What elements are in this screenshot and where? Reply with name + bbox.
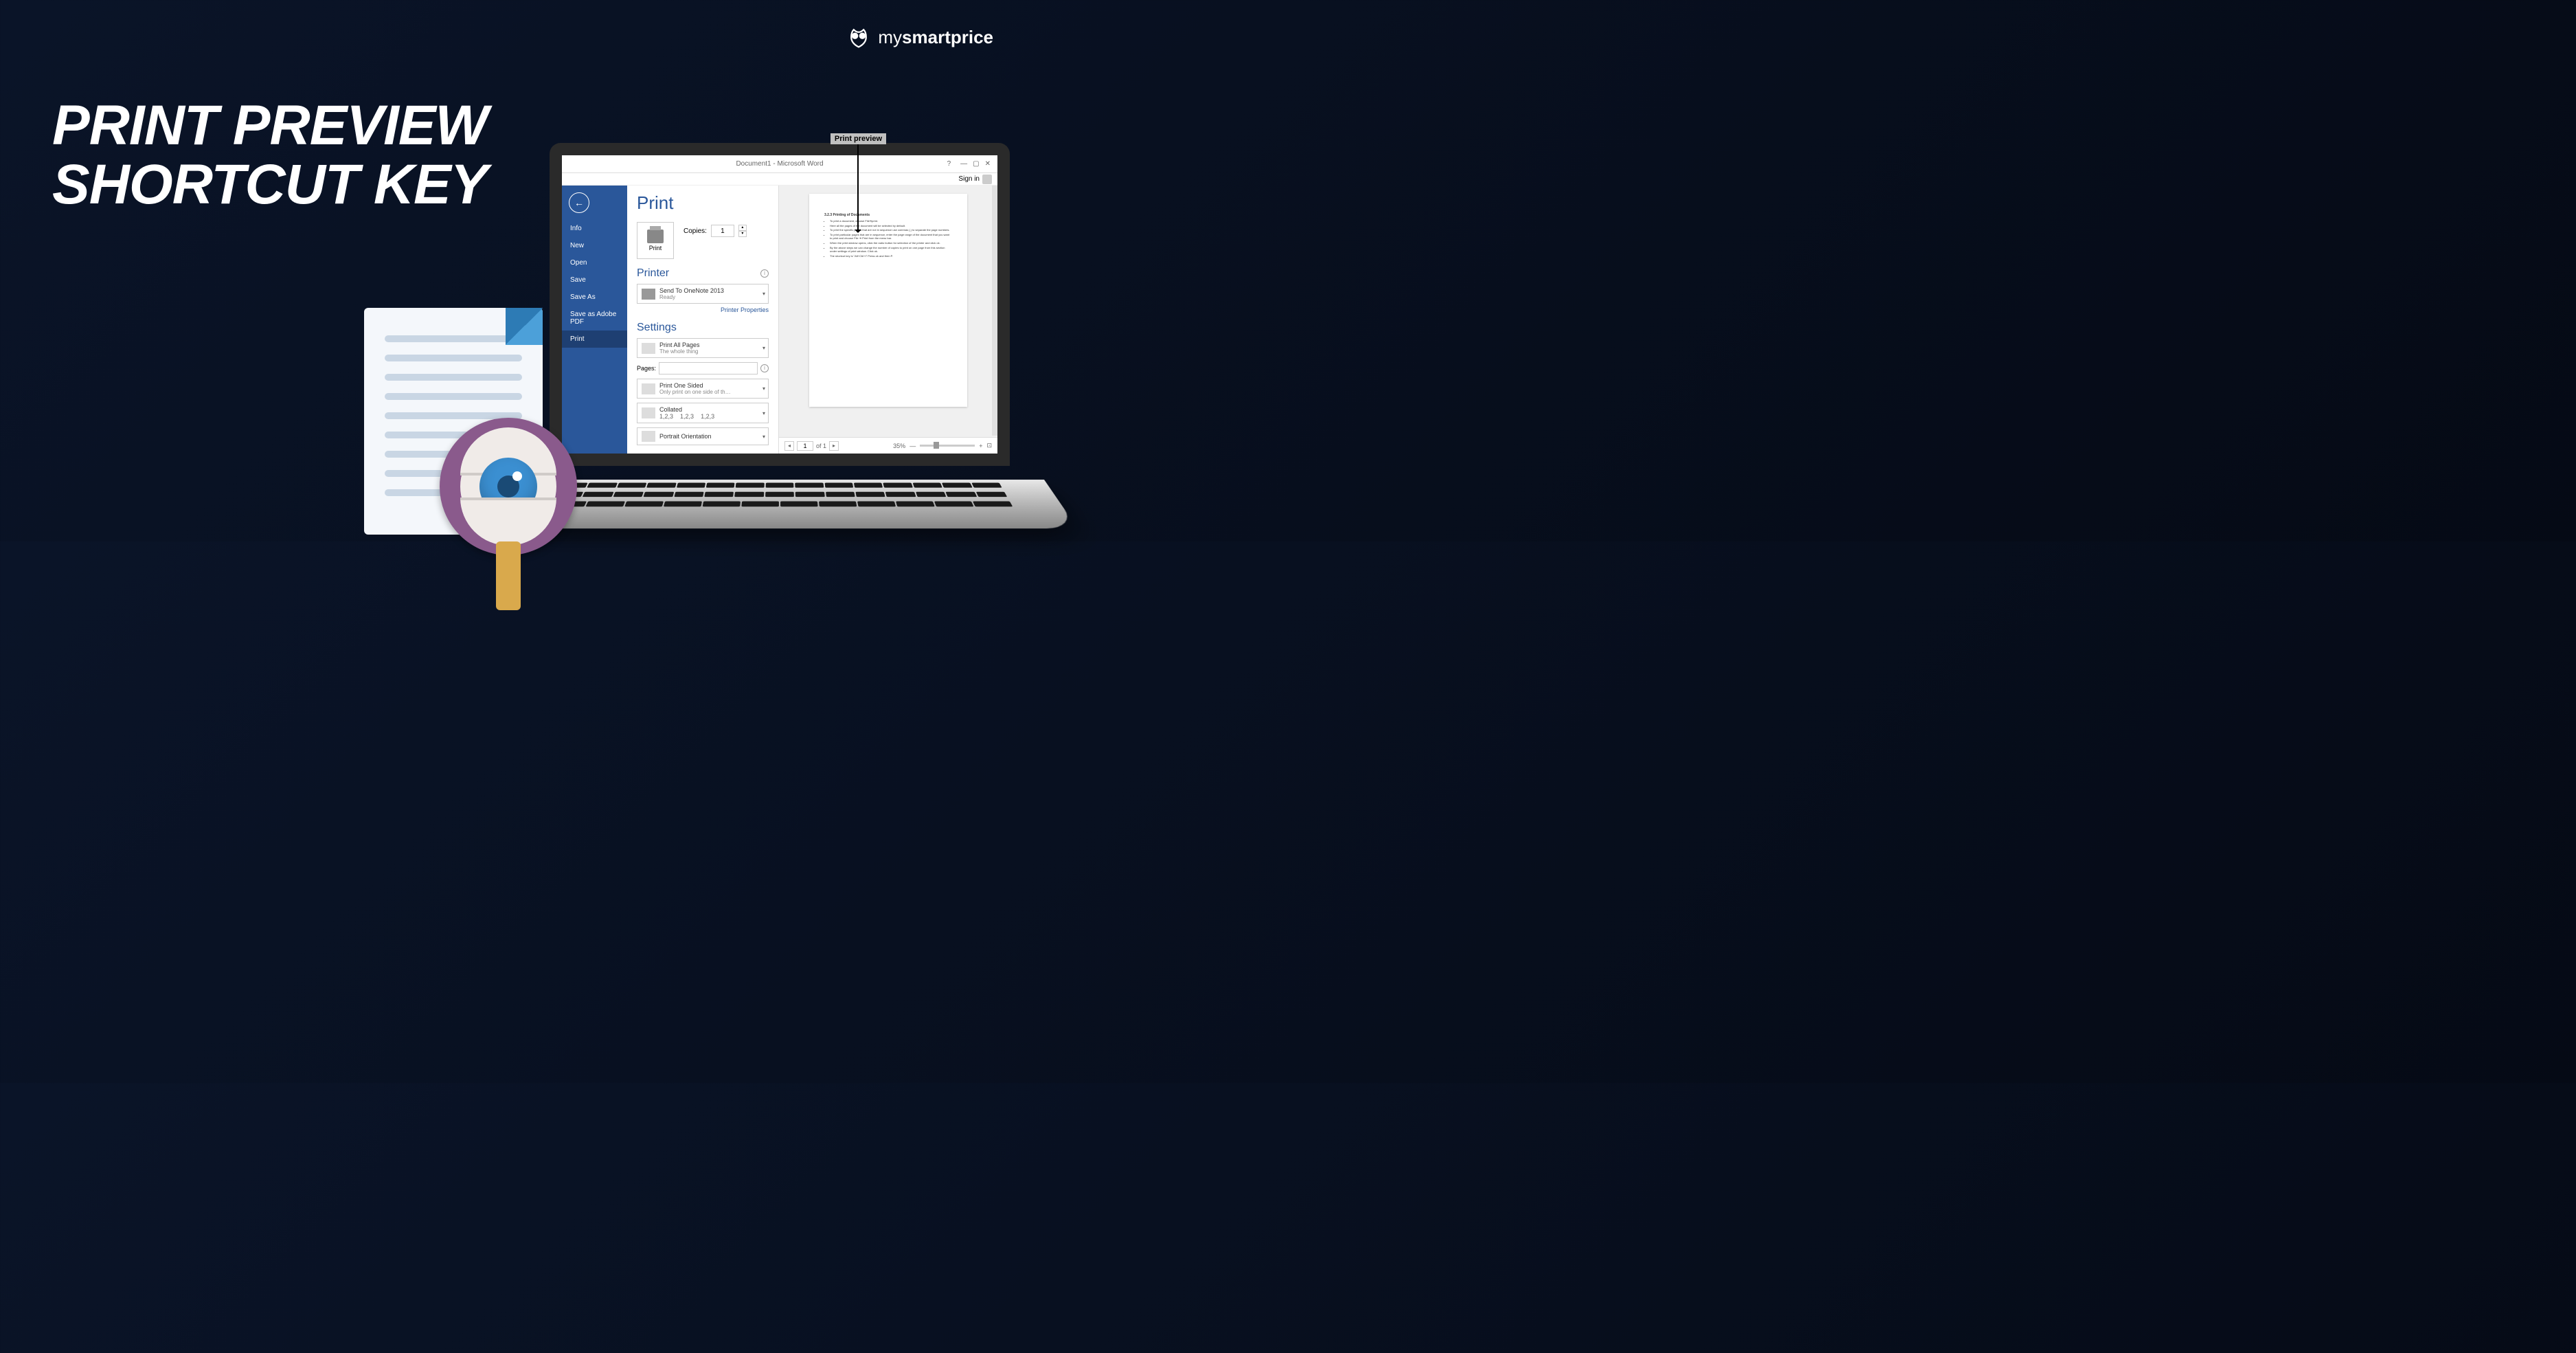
document-illustration: [350, 294, 563, 548]
orientation-icon: [642, 431, 655, 442]
printer-dropdown[interactable]: Send To OneNote 2013 Ready ▾: [637, 284, 769, 304]
print-settings-panel: Print Print Copies: ▴▾: [627, 186, 778, 454]
sign-in-button[interactable]: Sign in: [958, 175, 992, 184]
chevron-down-icon: ▾: [762, 410, 765, 416]
nav-open[interactable]: Open: [562, 254, 627, 271]
hero-title: PRINT PREVIEW SHORTCUT KEY: [52, 96, 488, 214]
sided-icon: [642, 383, 655, 394]
nav-save-as[interactable]: Save As: [562, 289, 627, 306]
print-pages-dropdown[interactable]: Print All Pages The whole thing ▾: [637, 338, 769, 358]
info-icon[interactable]: i: [760, 364, 769, 372]
next-page-button[interactable]: ▸: [829, 441, 839, 451]
pages-input[interactable]: [659, 362, 758, 374]
back-button[interactable]: ←: [569, 192, 589, 213]
chevron-down-icon: ▾: [762, 434, 765, 440]
avatar-icon: [982, 175, 992, 184]
nav-print[interactable]: Print: [562, 331, 627, 348]
orientation-dropdown[interactable]: Portrait Orientation ▾: [637, 427, 769, 445]
chevron-down-icon: ▾: [762, 385, 765, 392]
nav-save-adobe[interactable]: Save as Adobe PDF: [562, 306, 627, 331]
word-app-window: Document1 - Microsoft Word ? —▢✕ Sign in…: [562, 155, 997, 454]
window-titlebar: Document1 - Microsoft Word ? —▢✕: [562, 155, 997, 173]
brand-logo: mysmartprice: [846, 25, 993, 49]
zoom-value: 35%: [893, 443, 905, 449]
printer-small-icon: [642, 289, 655, 300]
chevron-down-icon: ▾: [762, 291, 765, 297]
help-icon[interactable]: ?: [947, 160, 951, 168]
printer-properties-link[interactable]: Printer Properties: [637, 306, 769, 313]
hero-line2: SHORTCUT KEY: [52, 155, 488, 214]
doc-heading: 3.2.3 Printing of Documents: [824, 213, 952, 217]
logo-text-bold: smartprice: [902, 27, 993, 47]
nav-new[interactable]: New: [562, 237, 627, 254]
sided-dropdown[interactable]: Print One Sided Only print on one side o…: [637, 379, 769, 399]
backstage-sidebar: ← Info New Open Save Save As Save as Ado…: [562, 186, 627, 454]
callout-arrow: [857, 143, 859, 232]
preview-footer: ◂ of 1 ▸ 35% — + ⊡: [779, 437, 997, 454]
collated-dropdown[interactable]: Collated 1,2,3 1,2,3 1,2,3 ▾: [637, 403, 769, 423]
pages-label: Pages:: [637, 365, 656, 372]
printer-icon: [647, 230, 664, 243]
printer-section-heading: Printer: [637, 267, 669, 280]
zoom-out-button[interactable]: —: [909, 443, 916, 449]
window-title: Document1 - Microsoft Word: [736, 160, 823, 168]
copies-input[interactable]: [711, 225, 734, 237]
info-icon[interactable]: i: [760, 269, 769, 278]
callout-label: Print preview: [831, 133, 886, 144]
copies-spinner[interactable]: ▴▾: [738, 225, 747, 237]
print-button[interactable]: Print: [637, 222, 674, 259]
copies-label: Copies:: [683, 227, 707, 235]
collated-icon: [642, 407, 655, 418]
chevron-down-icon: ▾: [762, 345, 765, 351]
owl-icon: [846, 25, 871, 49]
zoom-in-button[interactable]: +: [979, 443, 982, 449]
window-controls[interactable]: —▢✕: [958, 160, 993, 168]
nav-save[interactable]: Save: [562, 271, 627, 289]
laptop-illustration: Print preview Document1 - Microsoft Word…: [515, 143, 1044, 555]
zoom-slider[interactable]: [920, 445, 975, 447]
magnifier-icon: [440, 418, 577, 555]
preview-scrollbar[interactable]: [992, 186, 997, 436]
laptop-keyboard: [536, 480, 1023, 514]
logo-text-light: my: [878, 27, 902, 47]
fit-page-button[interactable]: ⊡: [986, 442, 992, 449]
print-heading: Print: [637, 192, 769, 214]
page-thumbnail: 3.2.3 Printing of Documents To print a d…: [809, 194, 967, 407]
prev-page-button[interactable]: ◂: [784, 441, 794, 451]
settings-section-heading: Settings: [637, 322, 677, 334]
hero-line1: PRINT PREVIEW: [52, 96, 488, 155]
nav-info[interactable]: Info: [562, 220, 627, 237]
pages-icon: [642, 343, 655, 354]
print-preview-area: 3.2.3 Printing of Documents To print a d…: [778, 186, 997, 454]
page-total: of 1: [816, 443, 826, 449]
current-page-input[interactable]: [797, 441, 813, 451]
